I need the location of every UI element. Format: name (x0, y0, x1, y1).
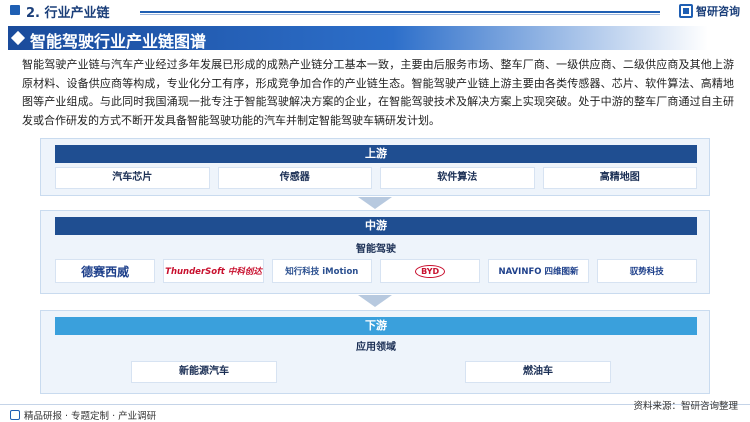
upstream-panel: 上游 汽车芯片 传感器 软件算法 高精地图 (40, 138, 710, 196)
brand-icon (679, 4, 693, 18)
upstream-item: 高精地图 (542, 167, 697, 189)
midstream-header: 中游 (55, 217, 697, 235)
top-bar: 2. 行业产业链 智研咨询 (0, 0, 750, 24)
down-arrow-icon (358, 197, 392, 209)
company-logos: 德赛西威 ThunderSoft 中科创达 知行科技 iMotion BYD N… (55, 259, 697, 283)
industry-chain-diagram: 上游 汽车芯片 传感器 软件算法 高精地图 中游 智能驾驶 德赛西威 Thund… (40, 138, 710, 396)
brand-name: 智研咨询 (696, 5, 740, 18)
midstream-sublabel: 智能驾驶 (356, 244, 396, 255)
downstream-item: 燃油车 (465, 361, 611, 383)
company-logo-desay: 德赛西威 (55, 259, 156, 283)
upstream-item: 汽车芯片 (55, 167, 210, 189)
page-title: 智能驾驶行业产业链图谱 (30, 32, 207, 51)
byd-logo-mark: BYD (415, 264, 446, 278)
brand-logo: 智研咨询 (679, 3, 740, 19)
header-divider (140, 11, 660, 13)
downstream-header: 下游 (55, 317, 697, 335)
downstream-panel: 下游 应用领域 新能源汽车 燃油车 (40, 310, 710, 394)
section-marker-icon (10, 5, 20, 15)
footer-tagline-text: 精品研报 · 专题定制 · 产业调研 (24, 411, 157, 422)
company-logo-byd: BYD (379, 259, 481, 283)
downstream-item: 新能源汽车 (131, 361, 277, 383)
upstream-header: 上游 (55, 145, 697, 163)
footer-tagline: 精品研报 · 专题定制 · 产业调研 (10, 408, 156, 422)
down-arrow-icon (358, 295, 392, 307)
company-logo-uisee: 驭势科技 (596, 259, 697, 283)
company-logo-imotion: 知行科技 iMotion (271, 259, 372, 283)
downstream-sublabel: 应用领域 (356, 342, 396, 353)
upstream-items: 汽车芯片 传感器 软件算法 高精地图 (55, 167, 697, 189)
company-logo-thundersoft: ThunderSoft 中科创达 (163, 259, 264, 283)
upstream-item: 软件算法 (380, 167, 535, 189)
report-page: 2. 行业产业链 智研咨询 智能驾驶行业产业链图谱 智能驾驶产业链与汽车产业经过… (0, 0, 750, 422)
section-title: 2. 行业产业链 (26, 6, 110, 21)
intro-paragraph: 智能驾驶产业链与汽车产业经过多年发展已形成的成熟产业链分工基本一致，主要由后服务… (22, 58, 734, 127)
midstream-panel: 中游 智能驾驶 德赛西威 ThunderSoft 中科创达 知行科技 iMoti… (40, 210, 710, 294)
footer-logo-icon (10, 410, 20, 420)
company-logo-navinfo: NAVINFO 四维图新 (488, 259, 589, 283)
upstream-item: 传感器 (217, 167, 372, 189)
header-divider-thin (140, 14, 660, 15)
source-note: 资料来源：智研咨询整理 (633, 401, 738, 412)
